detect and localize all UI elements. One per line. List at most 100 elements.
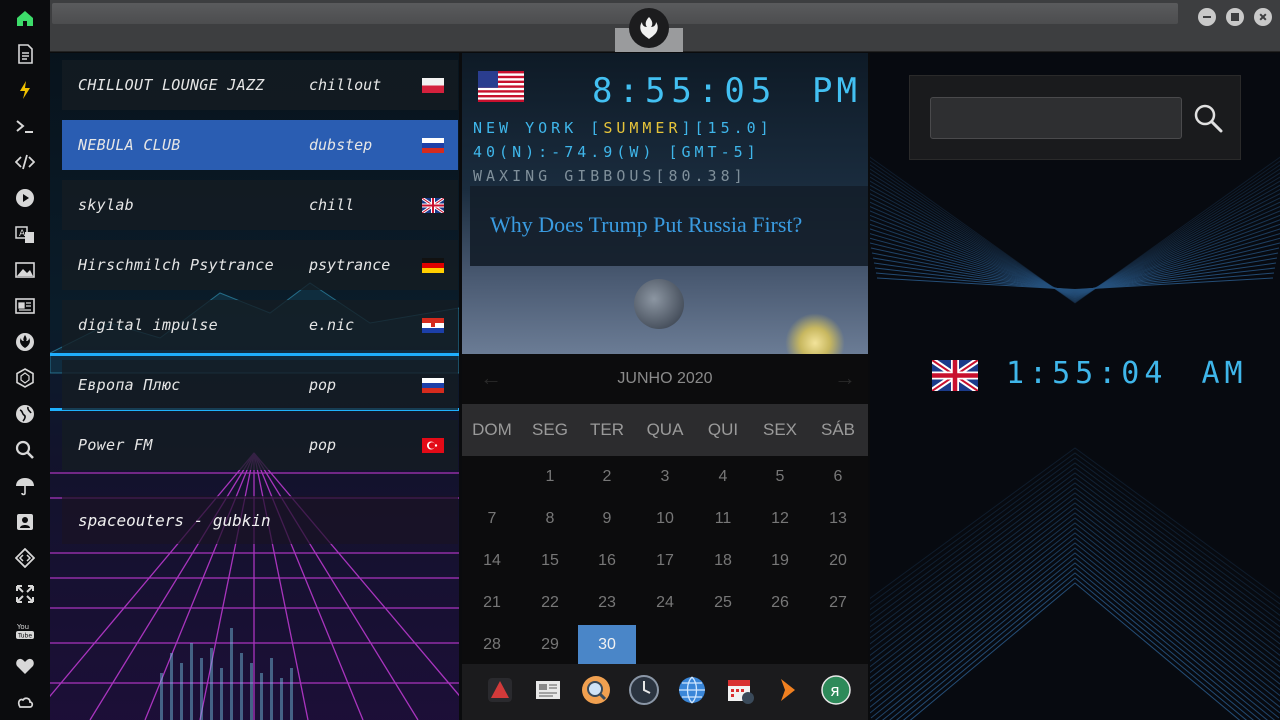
lightning-icon[interactable] — [12, 77, 38, 103]
search-app-icon[interactable] — [577, 671, 615, 709]
contact-icon[interactable] — [12, 509, 38, 535]
weekday-label: DOM — [472, 420, 512, 439]
globe-icon[interactable] — [12, 401, 38, 427]
calendar-day[interactable]: 15 — [521, 541, 579, 581]
play-icon[interactable] — [12, 185, 38, 211]
station-row[interactable]: digital impulse e.nic — [62, 300, 458, 350]
calendar-day[interactable]: 10 — [636, 499, 694, 539]
middle-panel: 8:55:05 PM NEW YORK [SUMMER][15.0] 40(N)… — [462, 53, 868, 720]
heart-icon[interactable] — [12, 653, 38, 679]
maximize-button[interactable] — [1226, 8, 1244, 26]
local-ampm: PM — [812, 71, 861, 111]
calendar-day[interactable]: 23 — [578, 583, 636, 623]
calendar-day[interactable]: 24 — [636, 583, 694, 623]
calendar-day[interactable]: 3 — [636, 457, 694, 497]
minimize-button[interactable] — [1198, 8, 1216, 26]
news-headline-link[interactable]: Why Does Trump Put Russia First? — [490, 212, 802, 238]
calendar-day[interactable]: 29 — [521, 625, 579, 665]
search-icon[interactable] — [12, 437, 38, 463]
home-icon[interactable] — [12, 5, 38, 31]
diamond-code-icon[interactable] — [12, 545, 38, 571]
rebel-icon[interactable] — [12, 329, 38, 355]
cloud-icon[interactable] — [12, 689, 38, 715]
calendar-day[interactable]: 9 — [578, 499, 636, 539]
search-input[interactable] — [930, 97, 1182, 139]
calendar-day[interactable]: 18 — [694, 541, 752, 581]
terminal-icon[interactable] — [12, 113, 38, 139]
address-bar[interactable] — [52, 3, 1178, 24]
location-line: NEW YORK [SUMMER][15.0] — [473, 119, 773, 137]
prev-month-arrow-icon[interactable]: ← — [480, 365, 502, 391]
calendar-day[interactable]: 13 — [809, 499, 867, 539]
close-button[interactable] — [1254, 8, 1272, 26]
calendar-day[interactable]: 16 — [578, 541, 636, 581]
hexagon-icon[interactable] — [12, 365, 38, 391]
code-icon[interactable] — [12, 149, 38, 175]
web-icon[interactable] — [673, 671, 711, 709]
calendar-day[interactable]: 2 — [578, 457, 636, 497]
calendar-day[interactable]: 21 — [463, 583, 521, 623]
germany-flag-icon — [422, 257, 444, 273]
now-playing-title: spaceouters - gubkin — [78, 510, 271, 530]
moon-icon — [634, 279, 684, 329]
image-icon[interactable] — [12, 257, 38, 283]
clock-app-icon[interactable] — [625, 671, 663, 709]
calendar-day[interactable]: 6 — [809, 457, 867, 497]
calendar-day[interactable]: 27 — [809, 583, 867, 623]
weekday-label: TER — [590, 420, 624, 439]
temperature: ][15.0] — [681, 119, 773, 137]
station-name: NEBULA CLUB — [78, 136, 181, 154]
yandex-icon[interactable]: я — [817, 671, 855, 709]
calendar-day-today[interactable]: 30 — [578, 625, 636, 665]
calendar-day[interactable]: 19 — [751, 541, 809, 581]
calendar-day[interactable]: 26 — [751, 583, 809, 623]
vpn-icon[interactable] — [481, 671, 519, 709]
station-row[interactable]: Европа Плюс pop — [62, 360, 458, 410]
station-genre: pop — [309, 436, 337, 454]
newspaper-icon[interactable] — [12, 293, 38, 319]
season-label: SUMMER — [603, 119, 682, 137]
station-row[interactable]: skylab chill — [62, 180, 458, 230]
radio-panel: CHILLOUT LOUNGE JAZZ chillout NEBULA CLU… — [50, 53, 459, 720]
station-row[interactable]: CHILLOUT LOUNGE JAZZ chillout — [62, 60, 458, 110]
station-name: CHILLOUT LOUNGE JAZZ — [78, 76, 265, 94]
calendar-day[interactable]: 12 — [751, 499, 809, 539]
uk-time: 1:55:04 — [1006, 356, 1168, 391]
search-widget — [909, 75, 1241, 160]
next-month-arrow-icon[interactable]: → — [834, 365, 856, 391]
weekday-label: SEG — [532, 420, 568, 439]
expand-icon[interactable] — [12, 581, 38, 607]
calendar-day[interactable]: 8 — [521, 499, 579, 539]
calendar-day[interactable]: 7 — [463, 499, 521, 539]
coordinates-line: 40(N):-74.9(W) [GMT-5] — [473, 143, 760, 161]
calendar-day[interactable]: 25 — [694, 583, 752, 623]
calendar-day[interactable]: 1 — [521, 457, 579, 497]
uk-flag-icon — [422, 197, 444, 213]
calendar-day[interactable]: 22 — [521, 583, 579, 623]
calendar-day[interactable]: 17 — [636, 541, 694, 581]
next-icon[interactable] — [769, 671, 807, 709]
calendar-day[interactable]: 20 — [809, 541, 867, 581]
russia-flag-icon — [422, 137, 444, 153]
station-genre: chillout — [309, 76, 382, 94]
station-row[interactable]: Power FM pop — [62, 420, 458, 470]
youtube-icon[interactable]: You Tube — [12, 617, 38, 643]
top-bar — [50, 0, 1280, 52]
news-icon[interactable] — [529, 671, 567, 709]
now-playing-bar: spaceouters - gubkin — [62, 496, 458, 544]
calendar-day[interactable]: 11 — [694, 499, 752, 539]
station-row[interactable]: Hirschmilch Psytrance psytrance — [62, 240, 458, 290]
russia-flag-icon — [422, 377, 444, 393]
calendar-day[interactable]: 4 — [694, 457, 752, 497]
calendar-day[interactable]: 28 — [463, 625, 521, 665]
weekday-label: QUA — [646, 420, 684, 439]
station-name: Европа Плюс — [78, 376, 181, 394]
document-icon[interactable] — [12, 41, 38, 67]
station-row-active[interactable]: NEBULA CLUB dubstep — [62, 120, 458, 170]
calendar-day[interactable]: 14 — [463, 541, 521, 581]
search-icon[interactable] — [1191, 101, 1225, 135]
translate-icon[interactable]: A — [12, 221, 38, 247]
umbrella-icon[interactable] — [12, 473, 38, 499]
calendar-day[interactable]: 5 — [751, 457, 809, 497]
calendar-app-icon[interactable] — [721, 671, 759, 709]
